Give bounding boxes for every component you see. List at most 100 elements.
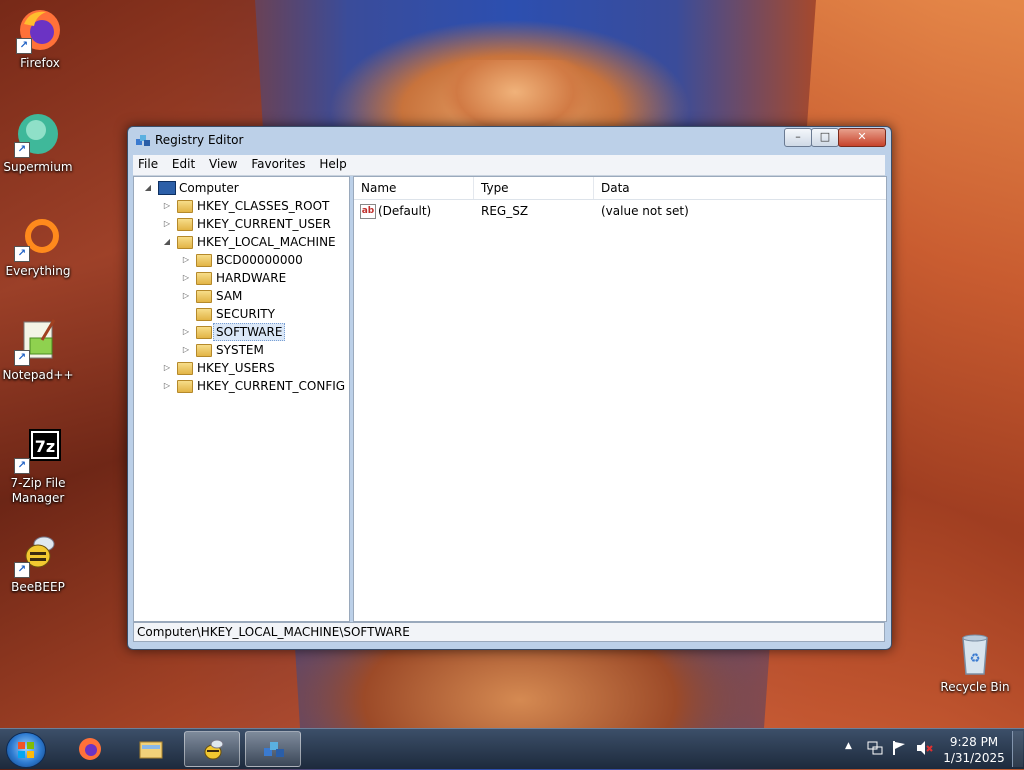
everything-icon: ↗ [14,214,62,262]
expand-arrow-icon[interactable]: ▷ [163,381,171,391]
list-item[interactable]: ab (Default) REG_SZ (value not set) [354,201,886,221]
column-header-name[interactable]: Name [354,177,474,199]
taskbar-file-explorer[interactable] [123,731,179,767]
maximize-button[interactable]: □ [811,128,839,147]
collapse-arrow-icon[interactable]: ◢ [163,237,171,247]
clock[interactable]: 9:28 PM 1/31/2025 [934,734,1014,766]
taskbar: ▲ 9:28 PM 1/31/2025 [0,728,1024,769]
values-list[interactable]: Name Type Data ab (Default) REG_SZ (valu… [353,176,887,622]
expand-arrow-icon[interactable]: ▷ [182,291,190,301]
notepadpp-icon: ↗ [14,318,62,366]
bee-icon: ↗ [14,530,62,578]
tree-item-hardware[interactable]: ▷ HARDWARE [134,269,347,287]
show-hidden-icons-chevron-icon[interactable]: ▲ [845,741,852,751]
folder-icon [196,308,212,321]
shortcut-arrow-icon: ↗ [14,142,30,158]
expand-arrow-icon[interactable]: ▷ [163,219,171,229]
registry-tree[interactable]: ◢ Computer ▷ HKEY_CLASSES_ROOT ▷ HKEY_CU… [133,176,350,622]
folder-icon [196,254,212,267]
folder-icon [196,272,212,285]
taskbar-firefox[interactable] [62,731,118,767]
recycle-bin-icon: ♻ [951,630,999,678]
column-header-type[interactable]: Type [474,177,594,199]
menu-view[interactable]: View [204,155,242,174]
tree-item-hkey-current-user[interactable]: ▷ HKEY_CURRENT_USER [134,215,347,233]
expand-arrow-icon[interactable]: ▷ [182,345,190,355]
expand-arrow-icon[interactable]: ▷ [182,327,190,337]
expand-arrow-icon[interactable]: ▷ [182,255,190,265]
windows-logo-icon [18,742,34,758]
expand-arrow-icon[interactable]: ▷ [163,201,171,211]
window-titlebar[interactable]: Registry Editor – □ ✕ [128,127,891,153]
folder-icon [177,362,193,375]
7zip-icon: 7z ↗ [14,426,62,474]
expand-arrow-icon[interactable]: ▷ [182,273,190,283]
shortcut-arrow-icon: ↗ [14,458,30,474]
selected-tree-label: SOFTWARE [213,323,286,341]
volume-muted-icon [917,741,933,755]
svg-text:7z: 7z [35,437,55,456]
minimize-button[interactable]: – [784,128,812,147]
folder-icon [196,290,212,303]
value-data: (value not set) [601,204,689,218]
tree-item-security[interactable]: SECURITY [134,305,347,323]
string-value-icon: ab [360,204,376,219]
network-icon [867,741,883,755]
firefox-icon [79,738,101,760]
tree-item-bcd[interactable]: ▷ BCD00000000 [134,251,347,269]
clock-time: 9:28 PM [949,735,999,749]
tree-item-computer[interactable]: ◢ Computer [134,179,347,197]
status-bar: Computer\HKEY_LOCAL_MACHINE\SOFTWARE [133,622,885,642]
window-title: Registry Editor [155,133,244,147]
folder-icon [177,218,193,231]
firefox-icon: ↗ [16,6,64,54]
svg-text:♻: ♻ [970,651,981,665]
desktop-icon-beebeep[interactable]: ↗ BeeBEEP [0,530,78,595]
shortcut-arrow-icon: ↗ [14,562,30,578]
tree-item-system[interactable]: ▷ SYSTEM [134,341,347,359]
desktop-icon-recycle-bin[interactable]: ♻ Recycle Bin [935,630,1015,695]
action-center-flag-icon [893,741,905,755]
folder-icon [196,326,212,339]
tree-item-hkey-current-config[interactable]: ▷ HKEY_CURRENT_CONFIG [134,377,347,395]
clock-date: 1/31/2025 [943,751,1005,765]
taskbar-beebeep[interactable] [184,731,240,767]
close-button[interactable]: ✕ [838,128,886,147]
folder-icon [177,200,193,213]
taskbar-registry-editor[interactable] [245,731,301,767]
menu-file[interactable]: File [133,155,163,174]
shortcut-arrow-icon: ↗ [14,350,30,366]
list-header: Name Type Data [354,177,886,200]
value-type: REG_SZ [481,204,529,218]
show-desktop-button[interactable] [1012,731,1023,767]
value-name: (Default) [378,204,432,218]
desktop-icon-supermium[interactable]: ↗ Supermium [0,110,78,175]
tree-item-hkey-local-machine[interactable]: ◢ HKEY_LOCAL_MACHINE [134,233,347,251]
registry-editor-icon [264,742,284,757]
desktop-icon-everything[interactable]: ↗ Everything [0,214,78,279]
start-button[interactable] [6,732,46,768]
tree-item-hkey-classes-root[interactable]: ▷ HKEY_CLASSES_ROOT [134,197,347,215]
expand-arrow-icon[interactable]: ▷ [163,363,171,373]
tree-item-software[interactable]: ▷ SOFTWARE [134,323,347,341]
shortcut-arrow-icon: ↗ [16,38,32,54]
registry-editor-icon [135,133,151,152]
tree-item-hkey-users[interactable]: ▷ HKEY_USERS [134,359,347,377]
menu-edit[interactable]: Edit [167,155,200,174]
desktop-icon-firefox[interactable]: ↗ Firefox [0,6,80,71]
folder-open-icon [177,236,193,249]
tree-item-sam[interactable]: ▷ SAM [134,287,347,305]
menu-favorites[interactable]: Favorites [246,155,310,174]
menu-help[interactable]: Help [314,155,351,174]
desktop-icon-notepadpp[interactable]: ↗ Notepad++ [0,318,78,383]
collapse-arrow-icon[interactable]: ◢ [144,183,152,193]
computer-icon [158,181,176,195]
registry-editor-window[interactable]: Registry Editor – □ ✕ File Edit View Fav… [127,126,892,650]
folder-icon [177,380,193,393]
folder-icon [139,741,163,759]
column-header-data[interactable]: Data [594,177,886,199]
bee-icon [204,739,224,760]
shortcut-arrow-icon: ↗ [14,246,30,262]
desktop-icon-7zip[interactable]: 7z ↗ 7-Zip File Manager [0,426,78,506]
supermium-icon: ↗ [14,110,62,158]
